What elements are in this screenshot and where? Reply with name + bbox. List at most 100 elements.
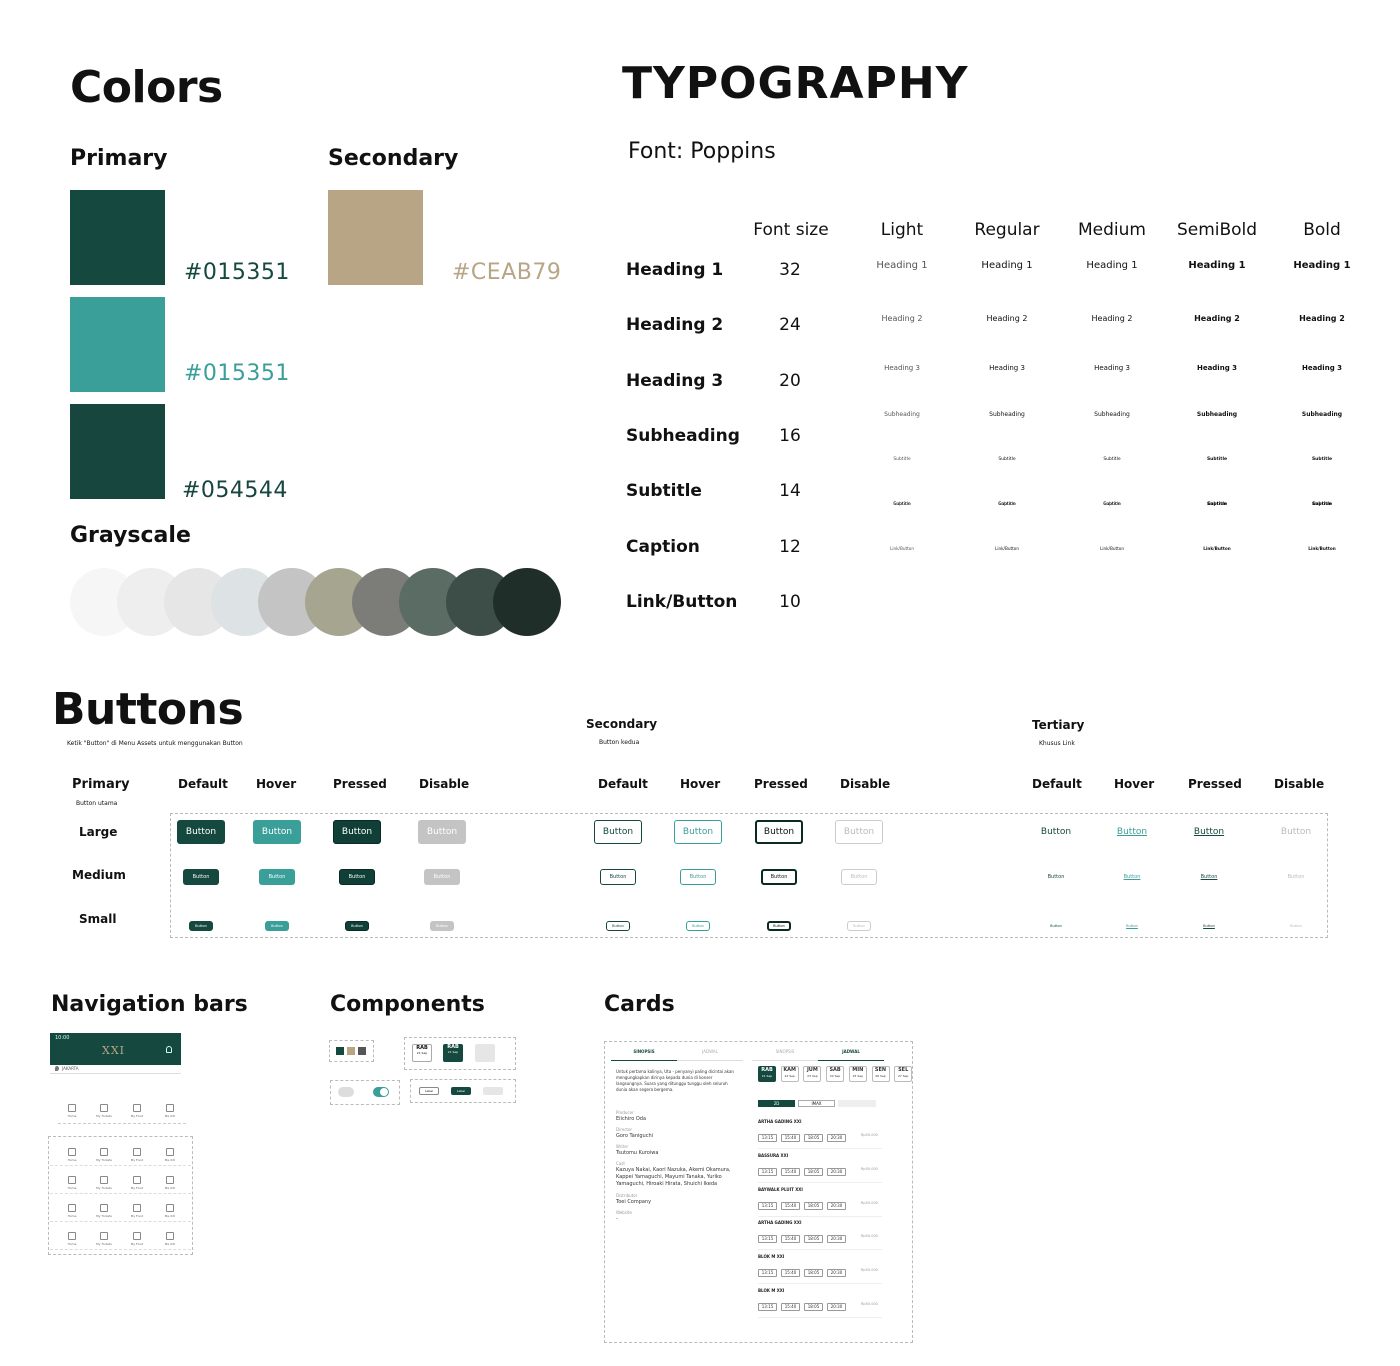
tab-jadwal[interactable]: JADWAL [677,1049,743,1061]
secondary-button[interactable]: Button [606,921,630,931]
showtime-chip[interactable]: 20:30 [827,1269,846,1277]
showtime-chip[interactable]: 18:05 [804,1168,823,1176]
tertiary-button[interactable]: Button [1185,820,1233,844]
showtime-chip[interactable]: 20:30 [827,1134,846,1142]
showtime-chip[interactable]: 20:30 [827,1235,846,1243]
showtime-chip[interactable]: 18:05 [804,1202,823,1210]
secondary-button[interactable]: Button [761,869,797,885]
tab-icon[interactable] [133,1204,141,1212]
day-chip[interactable]: RAB 21 Sep [758,1066,776,1082]
tab-jadwal-2[interactable]: JADWAL [818,1049,884,1061]
showtime-chip[interactable]: 15:40 [781,1168,800,1176]
format-imax[interactable]: IMAX [798,1100,835,1107]
tab-icon[interactable] [68,1148,76,1156]
tertiary-button[interactable]: Button [1197,921,1221,931]
date-chip-selected[interactable]: RAB 21 Sep [443,1044,463,1062]
tertiary-button[interactable]: Button [1032,820,1080,844]
primary-button[interactable]: Button [177,820,225,844]
secondary-button[interactable]: Button [600,869,636,885]
showtime-chip[interactable]: 13:15 [758,1303,777,1311]
format-2d[interactable]: 2D [758,1100,795,1107]
showtime-chip[interactable]: 13:15 [758,1134,777,1142]
tab-icon[interactable] [100,1104,108,1112]
showtime-chip[interactable]: 13:15 [758,1269,777,1277]
secondary-button[interactable]: Button [674,820,722,844]
secondary-button[interactable]: Button [680,869,716,885]
tab-icon[interactable] [68,1176,76,1184]
tab-icon[interactable] [68,1204,76,1212]
primary-button: Button [430,921,454,931]
primary-button[interactable]: Button [265,921,289,931]
day-chip[interactable]: KAM 22 Sep [780,1066,799,1082]
showtime-chip[interactable]: 13:15 [758,1235,777,1243]
day-chip[interactable]: JUM 23 Sep [803,1066,822,1082]
day-chip[interactable]: SEL 27 Sep [894,1066,913,1082]
tab-icon[interactable] [100,1176,108,1184]
tab-icon[interactable] [133,1176,141,1184]
tertiary-button[interactable]: Button [1191,869,1227,885]
day-chip[interactable]: SAB 24 Sep [826,1066,845,1082]
cinema-divider [758,1317,882,1318]
tab-icon[interactable] [166,1176,174,1184]
tab-icon[interactable] [133,1232,141,1240]
state-header-hover: Hover [1114,777,1155,791]
showtime-chip[interactable]: 13:15 [758,1168,777,1176]
secondary-button[interactable]: Button [767,921,791,931]
location-bar[interactable]: JAKARTA [50,1065,181,1074]
tab-icon[interactable] [100,1148,108,1156]
tab-sinopsis[interactable]: SINOPSIS [611,1049,677,1061]
tab-icon[interactable] [166,1104,174,1112]
showtime-chip[interactable]: 15:40 [781,1235,800,1243]
showtime-chip[interactable]: 20:30 [827,1303,846,1311]
secondary-group-label: Secondary [586,717,658,731]
weight-header-semibold: SemiBold [1176,220,1258,240]
showtime-chip[interactable]: 18:05 [804,1303,823,1311]
secondary-button[interactable]: Button [594,820,642,844]
tab-icon[interactable] [68,1104,76,1112]
primary-button[interactable]: Button [253,820,301,844]
showtime-chip[interactable]: 18:05 [804,1269,823,1277]
tab-icon[interactable] [68,1232,76,1240]
tertiary-button[interactable]: Button [1108,820,1156,844]
tab-icon[interactable] [166,1148,174,1156]
tabbar-divider [50,1221,191,1222]
secondary-button[interactable]: Button [755,820,803,844]
showtime-chip[interactable]: 15:40 [781,1303,800,1311]
toggle-knob [380,1088,388,1096]
tertiary-button[interactable]: Button [1120,921,1144,931]
showtime-chip[interactable]: 15:40 [781,1134,800,1142]
primary-button[interactable]: Button [189,921,213,931]
toggle-off[interactable] [338,1087,354,1097]
swatch-chip-1 [336,1047,344,1055]
tertiary-button[interactable]: Button [1038,869,1074,885]
primary-button[interactable]: Button [339,869,375,885]
showtime-chip[interactable]: 15:40 [781,1202,800,1210]
tab-icon[interactable] [133,1104,141,1112]
primary-button[interactable]: Button [333,820,381,844]
tab-icon[interactable] [100,1232,108,1240]
showtime-chip[interactable]: 20:30 [827,1168,846,1176]
date-chip-outline[interactable]: RAB 21 Sep [412,1044,432,1062]
showtime-chip[interactable]: 18:05 [804,1134,823,1142]
bell-icon[interactable] [166,1046,172,1053]
tab-icon[interactable] [166,1204,174,1212]
tertiary-button[interactable]: Button [1114,869,1150,885]
tab-icon[interactable] [133,1148,141,1156]
showtime-chip[interactable]: 15:40 [781,1269,800,1277]
toggle-on[interactable] [373,1087,389,1097]
day-chip[interactable]: MIN 25 Sep [848,1066,867,1082]
state-header-hover: Hover [256,777,297,791]
primary-button[interactable]: Button [183,869,219,885]
tab-icon[interactable] [166,1232,174,1240]
credit-label: Cast [616,1161,625,1166]
tab-sinopsis-2[interactable]: SINOPSIS [752,1049,818,1061]
showtime-chip[interactable]: 13:15 [758,1202,777,1210]
showtime-chip[interactable]: 20:30 [827,1202,846,1210]
primary-button[interactable]: Button [259,869,295,885]
showtime-chip[interactable]: 18:05 [804,1235,823,1243]
day-chip[interactable]: SEN 26 Sep [871,1066,890,1082]
secondary-button[interactable]: Button [686,921,710,931]
tertiary-button[interactable]: Button [1044,921,1068,931]
tab-icon[interactable] [100,1204,108,1212]
primary-button[interactable]: Button [345,921,369,931]
